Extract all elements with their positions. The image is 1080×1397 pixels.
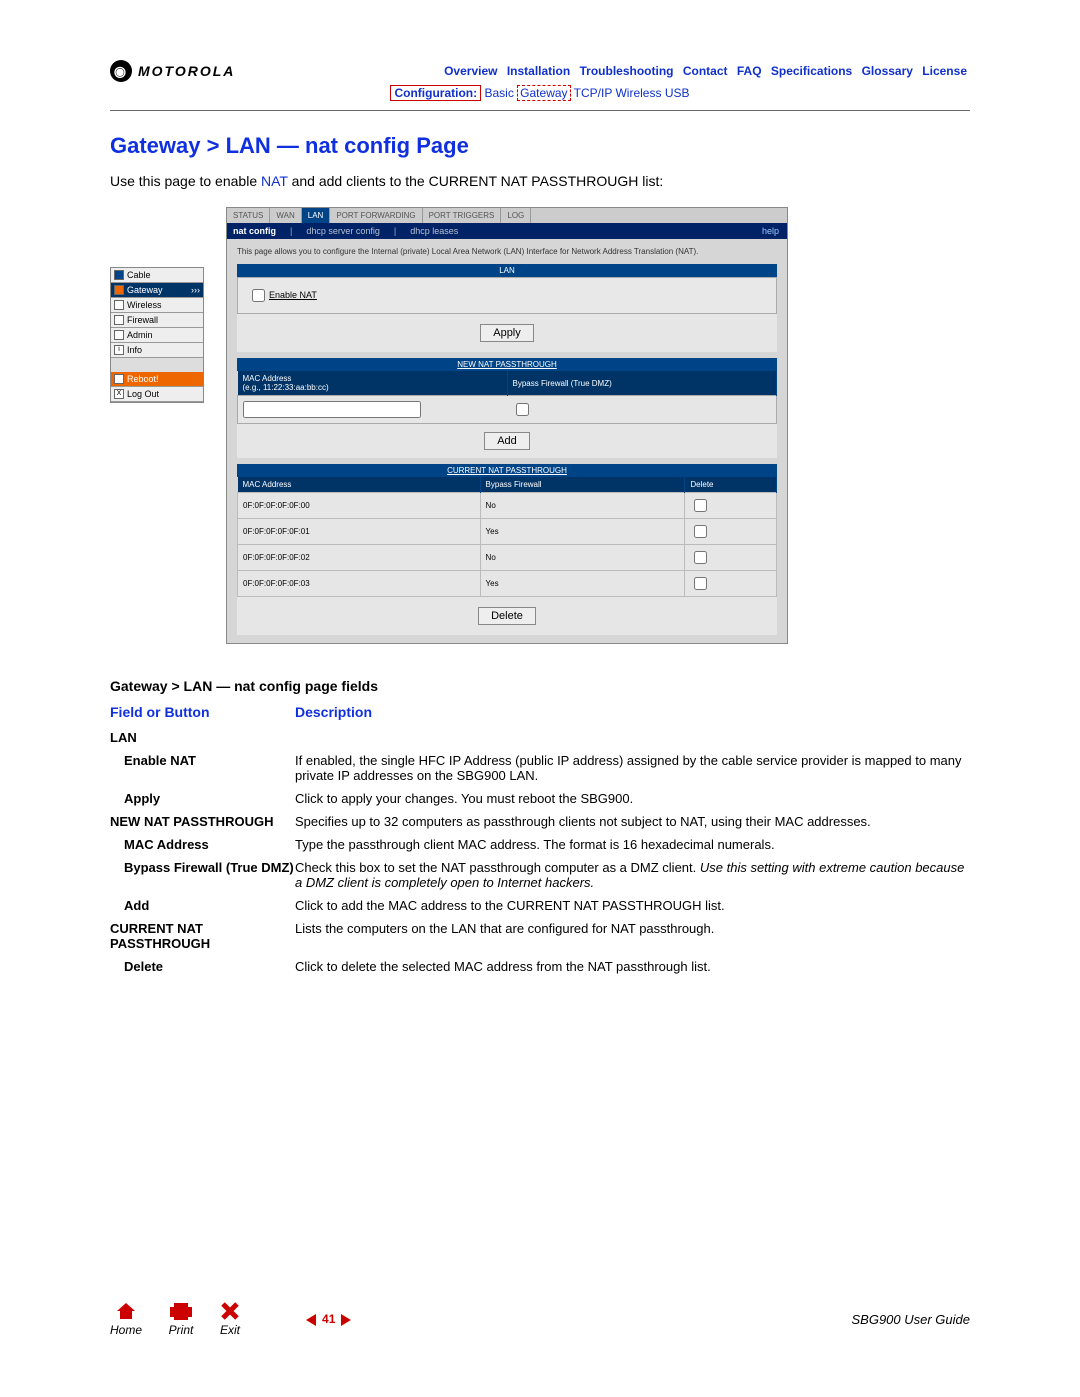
tab-status[interactable]: STATUS <box>227 208 270 223</box>
subnav-gateway[interactable]: Gateway <box>517 85 570 101</box>
delete-checkbox[interactable] <box>694 499 707 512</box>
delete-checkbox[interactable] <box>694 525 707 538</box>
page-nav[interactable]: 41 <box>306 1312 851 1326</box>
shot-description: This page allows you to configure the In… <box>237 247 777 256</box>
screenshot-sidenav: Cable Gateway››› Wireless Firewall Admin… <box>110 267 204 403</box>
sidenav-firewall[interactable]: Firewall <box>111 313 203 328</box>
home-button[interactable]: Home <box>110 1301 142 1337</box>
tab-portfwd[interactable]: PORT FORWARDING <box>330 208 422 223</box>
sidenav-info[interactable]: iInfo <box>111 343 203 358</box>
config-screenshot: STATUS WAN LAN PORT FORWARDING PORT TRIG… <box>226 207 788 644</box>
tab-log[interactable]: LOG <box>501 208 531 223</box>
nav-contact[interactable]: Contact <box>683 64 728 78</box>
intro-text: Use this page to enable NAT and add clie… <box>110 173 970 189</box>
new-nat-header: NEW NAT PASSTHROUGH <box>237 358 777 371</box>
subtab-dhcpserver[interactable]: dhcp server config <box>306 226 380 236</box>
nav-specifications[interactable]: Specifications <box>771 64 852 78</box>
field-label: NEW NAT PASSTHROUGH <box>110 814 295 829</box>
brand-logo: ◉MOTOROLA <box>110 60 235 82</box>
delete-checkbox[interactable] <box>694 577 707 590</box>
print-button[interactable]: Print <box>168 1301 194 1337</box>
sidenav-wireless[interactable]: Wireless <box>111 298 203 313</box>
field-label: Bypass Firewall (True DMZ) <box>110 860 295 890</box>
guide-title: SBG900 User Guide <box>851 1312 970 1327</box>
field-label: Add <box>110 898 295 913</box>
help-link[interactable]: help <box>762 226 779 236</box>
nat-link[interactable]: NAT <box>261 173 288 189</box>
sidenav-logout[interactable]: XLog Out <box>111 387 203 402</box>
prev-page-icon[interactable] <box>306 1314 316 1326</box>
table-row: 0F:0F:0F:0F:0F:00No <box>238 493 777 519</box>
subnav-usb[interactable]: USB <box>665 86 690 100</box>
nav-license[interactable]: License <box>922 64 967 78</box>
subnav-wireless[interactable]: Wireless <box>615 86 661 100</box>
nav-faq[interactable]: FAQ <box>737 64 762 78</box>
sub-nav: Configuration: Basic Gateway TCP/IP Wire… <box>110 86 970 100</box>
sidenav-cable[interactable]: Cable <box>111 268 203 283</box>
top-nav: Overview Installation Troubleshooting Co… <box>235 64 970 78</box>
subtab-natconfig[interactable]: nat config <box>233 226 276 236</box>
subnav-tcpip[interactable]: TCP/IP <box>574 86 612 100</box>
delete-button[interactable]: Delete <box>478 607 536 625</box>
current-nat-header: CURRENT NAT PASSTHROUGH <box>237 464 777 477</box>
sidenav-reboot[interactable]: Reboot! <box>111 372 203 387</box>
mac-input[interactable] <box>243 401 421 418</box>
table-row: 0F:0F:0F:0F:0F:01Yes <box>238 519 777 545</box>
nav-glossary[interactable]: Glossary <box>862 64 913 78</box>
sidenav-gateway[interactable]: Gateway››› <box>111 283 203 298</box>
nav-overview[interactable]: Overview <box>444 64 497 78</box>
exit-button[interactable]: Exit <box>220 1301 240 1337</box>
subnav-configuration[interactable]: Configuration: <box>390 85 481 101</box>
subtab-dhcpleases[interactable]: dhcp leases <box>410 226 458 236</box>
next-page-icon[interactable] <box>341 1314 351 1326</box>
sidenav-admin[interactable]: Admin <box>111 328 203 343</box>
field-label: Enable NAT <box>110 753 295 783</box>
fields-table-title: Gateway > LAN — nat config page fields <box>110 678 970 694</box>
field-label: CURRENT NAT PASSTHROUGH <box>110 921 295 951</box>
table-row: 0F:0F:0F:0F:0F:03Yes <box>238 571 777 597</box>
field-label: Apply <box>110 791 295 806</box>
bypass-checkbox[interactable] <box>516 403 529 416</box>
add-button[interactable]: Add <box>484 432 530 450</box>
page-title: Gateway > LAN — nat config Page <box>110 133 970 159</box>
apply-button[interactable]: Apply <box>480 324 534 342</box>
enable-nat-checkbox[interactable]: Enable NAT <box>248 290 317 300</box>
tab-wan[interactable]: WAN <box>270 208 301 223</box>
lan-section-header: LAN <box>237 264 777 277</box>
col-field: Field or Button <box>110 704 295 720</box>
nav-installation[interactable]: Installation <box>507 64 570 78</box>
field-label: Delete <box>110 959 295 974</box>
field-label: LAN <box>110 730 295 745</box>
nav-troubleshooting[interactable]: Troubleshooting <box>580 64 674 78</box>
table-row: 0F:0F:0F:0F:0F:02No <box>238 545 777 571</box>
col-desc: Description <box>295 704 372 720</box>
delete-checkbox[interactable] <box>694 551 707 564</box>
subnav-basic[interactable]: Basic <box>484 86 513 100</box>
tab-porttrig[interactable]: PORT TRIGGERS <box>423 208 502 223</box>
field-label: MAC Address <box>110 837 295 852</box>
tab-lan[interactable]: LAN <box>302 208 331 223</box>
